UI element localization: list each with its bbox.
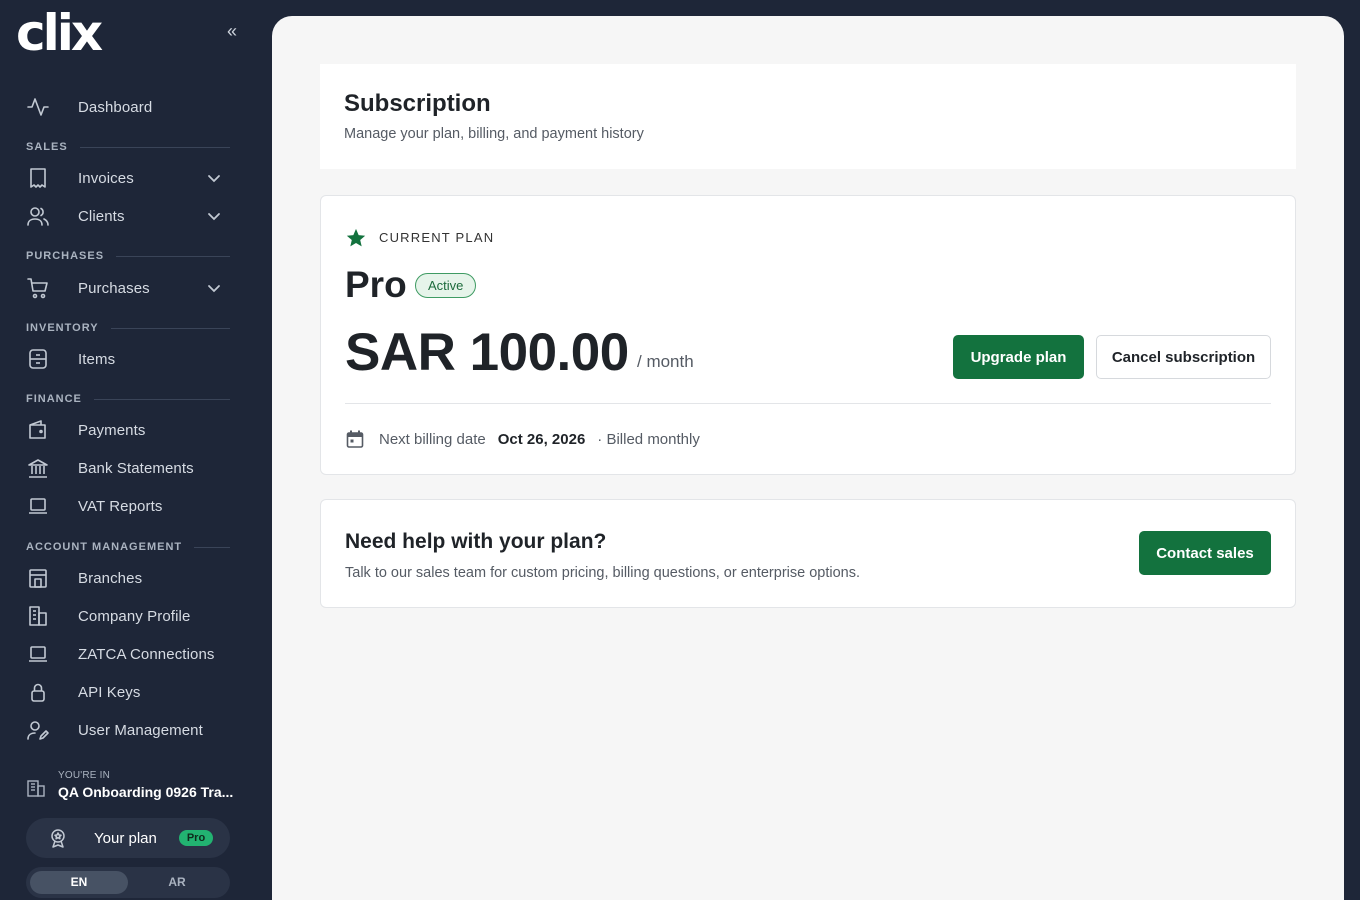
svg-text:clix: clix <box>16 12 103 52</box>
status-badge: Active <box>415 273 477 298</box>
divider <box>345 403 1271 404</box>
sidebar-item-branches[interactable]: Branches <box>26 560 230 596</box>
next-billing-row: Next billing date Oct 26, 2026 · Billed … <box>345 428 700 450</box>
wallet-icon <box>26 418 58 442</box>
org-name: QA Onboarding 0926 Tra... <box>58 784 234 800</box>
store-icon <box>26 566 58 590</box>
office-building-icon <box>26 778 46 798</box>
calendar-icon <box>345 429 365 449</box>
section-finance: FINANCE <box>26 392 230 406</box>
sidebar-item-label: Company Profile <box>78 607 191 625</box>
lang-ar-option[interactable]: AR <box>128 871 226 894</box>
sidebar-item-company-profile[interactable]: Company Profile <box>26 598 230 634</box>
current-plan-caption: CURRENT PLAN <box>379 230 495 245</box>
upgrade-plan-button[interactable]: Upgrade plan <box>953 335 1084 379</box>
sidebar-item-zatca-connections[interactable]: ZATCA Connections <box>26 636 230 672</box>
activity-icon <box>26 95 58 119</box>
plan-name: Pro <box>345 264 407 305</box>
current-organization[interactable]: YOU'RE IN QA Onboarding 0926 Tra... <box>26 768 236 808</box>
billing-period: / month <box>637 352 694 371</box>
laptop-icon <box>26 494 58 518</box>
users-icon <box>26 204 58 228</box>
receipt-icon <box>26 166 58 190</box>
sidebar-item-label: User Management <box>78 721 203 739</box>
laptop-icon <box>26 642 58 666</box>
sidebar-item-label: Invoices <box>78 169 134 187</box>
sidebar-item-bank-statements[interactable]: Bank Statements <box>26 450 230 486</box>
clix-logo[interactable]: clix <box>16 12 122 52</box>
collapse-sidebar-button[interactable]: « <box>222 21 242 41</box>
sidebar-item-label: VAT Reports <box>78 497 163 515</box>
sidebar-item-label: Clients <box>78 207 125 225</box>
your-plan-button[interactable]: Your plan Pro <box>26 818 230 858</box>
chevron-down-icon <box>206 280 222 296</box>
sidebar: clix « Dashboard SALES Invoices Clients … <box>0 0 272 900</box>
sidebar-item-label: Items <box>78 350 116 368</box>
page-subtitle: Manage your plan, billing, and payment h… <box>344 126 644 142</box>
section-account-management: ACCOUNT MANAGEMENT <box>26 540 230 554</box>
page-title: Subscription <box>344 90 491 117</box>
sidebar-item-label: Bank Statements <box>78 459 194 477</box>
next-billing-date: Oct 26, 2026 <box>497 430 586 448</box>
help-subtitle: Talk to our sales team for custom pricin… <box>345 565 860 581</box>
award-icon <box>48 828 68 848</box>
contact-sales-button[interactable]: Contact sales <box>1139 531 1271 575</box>
page-header: Subscription Manage your plan, billing, … <box>320 64 1296 169</box>
box-icon <box>26 347 58 371</box>
main-content: Subscription Manage your plan, billing, … <box>272 16 1344 900</box>
sidebar-item-payments[interactable]: Payments <box>26 412 230 448</box>
chevron-down-icon <box>206 208 222 224</box>
sidebar-item-label: Dashboard <box>78 98 153 116</box>
billing-cycle: · Billed monthly <box>597 430 700 448</box>
next-billing-label: Next billing date <box>379 430 486 448</box>
star-icon <box>345 227 367 249</box>
current-plan-card: CURRENT PLAN Pro Active SAR 100.00 / mon… <box>320 195 1296 475</box>
plan-price: SAR 100.00 <box>345 323 629 382</box>
section-inventory: INVENTORY <box>26 321 230 335</box>
sidebar-item-api-keys[interactable]: API Keys <box>26 674 230 710</box>
help-card: Need help with your plan? Talk to our sa… <box>320 499 1296 608</box>
section-sales: SALES <box>26 140 230 154</box>
language-switcher: EN AR <box>26 867 230 898</box>
sidebar-item-dashboard[interactable]: Dashboard <box>26 89 230 125</box>
plan-badge: Pro <box>178 830 214 846</box>
section-purchases: PURCHASES <box>26 249 230 263</box>
sidebar-item-clients[interactable]: Clients <box>26 198 230 234</box>
sidebar-item-vat-reports[interactable]: VAT Reports <box>26 488 230 524</box>
sidebar-item-invoices[interactable]: Invoices <box>26 160 230 196</box>
bank-icon <box>26 456 58 480</box>
sidebar-item-label: Purchases <box>78 279 150 297</box>
lock-icon <box>26 680 58 704</box>
sidebar-item-label: Branches <box>78 569 143 587</box>
sidebar-item-user-management[interactable]: User Management <box>26 712 230 748</box>
cart-icon <box>26 276 58 300</box>
org-caption: YOU'RE IN <box>58 770 111 781</box>
sidebar-item-label: ZATCA Connections <box>78 645 215 663</box>
building-icon <box>26 604 58 628</box>
user-edit-icon <box>26 718 58 742</box>
sidebar-item-label: API Keys <box>78 683 141 701</box>
help-title: Need help with your plan? <box>345 530 607 553</box>
sidebar-item-label: Payments <box>78 421 146 439</box>
your-plan-label: Your plan <box>94 829 157 847</box>
lang-en-option[interactable]: EN <box>30 871 128 894</box>
sidebar-item-items[interactable]: Items <box>26 341 230 377</box>
chevron-down-icon <box>206 170 222 186</box>
cancel-subscription-button[interactable]: Cancel subscription <box>1096 335 1271 379</box>
sidebar-item-purchases[interactable]: Purchases <box>26 270 230 306</box>
